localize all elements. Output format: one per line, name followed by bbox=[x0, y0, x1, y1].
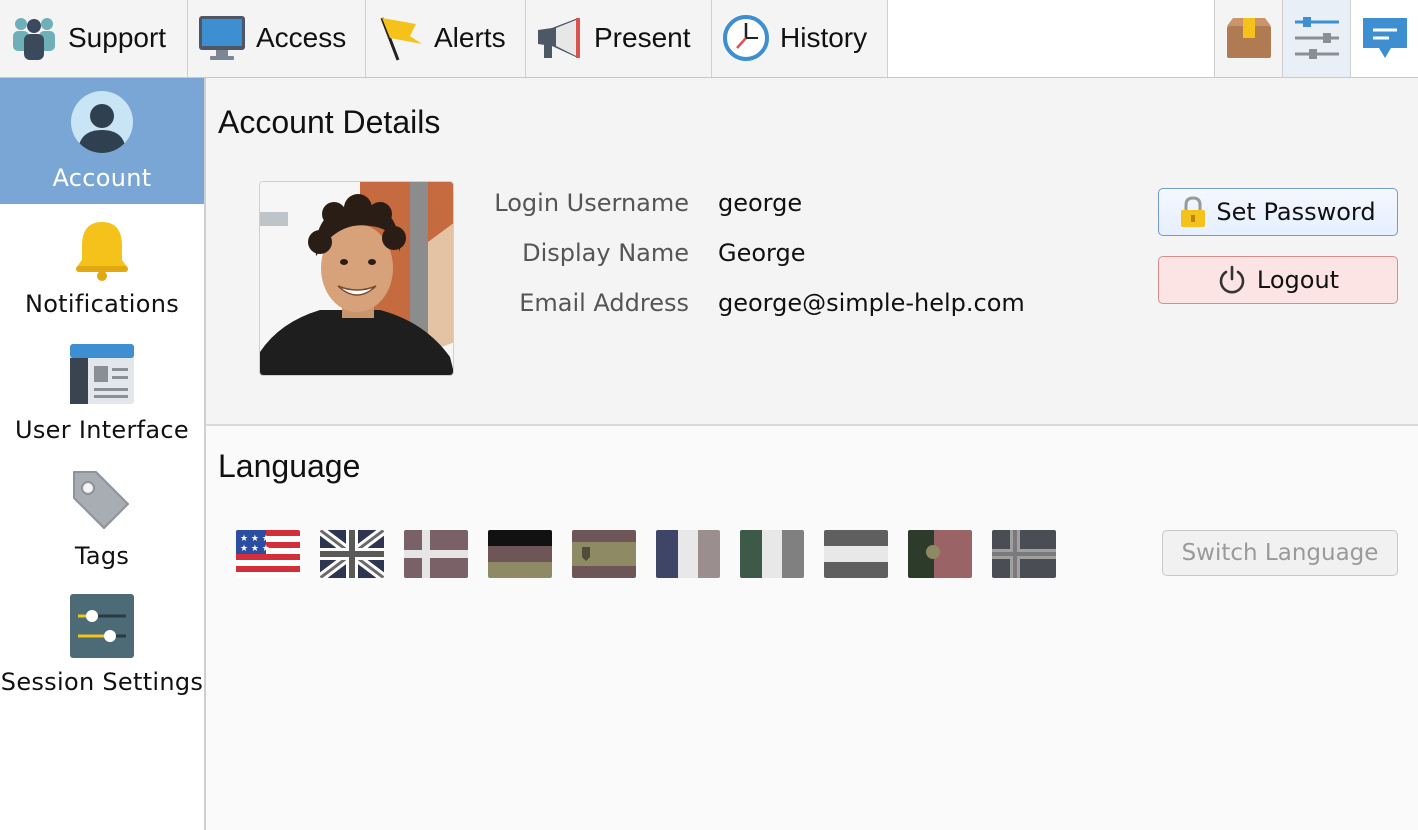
vertical-tricolor-flag[interactable] bbox=[656, 530, 720, 578]
account-details-section: Account Details Login Username george Di… bbox=[206, 78, 1418, 426]
monitor-icon bbox=[199, 16, 245, 60]
sidebar-item-account-label: Account bbox=[52, 164, 152, 192]
crest-flag-icon bbox=[572, 530, 636, 578]
svg-text:★ ★ ★: ★ ★ ★ bbox=[240, 544, 270, 554]
crest-flag[interactable] bbox=[572, 530, 636, 578]
bell-icon bbox=[76, 222, 128, 281]
sidebar-item-tags-label: Tags bbox=[74, 542, 130, 570]
people-icon bbox=[13, 18, 55, 60]
circle-flag[interactable] bbox=[908, 530, 972, 578]
settings-sliders-icon bbox=[1295, 17, 1339, 59]
user-avatar-icon bbox=[71, 91, 133, 153]
sidebar-item-session-settings[interactable]: Session Settings bbox=[0, 582, 204, 708]
clock-icon bbox=[723, 15, 769, 61]
us-flag[interactable]: ★ ★ ★ ★ ★ ★ bbox=[236, 530, 300, 578]
display-name-label: Display Name bbox=[522, 239, 689, 267]
tab-history[interactable]: History bbox=[712, 0, 888, 77]
flag-icon bbox=[380, 17, 422, 61]
language-title: Language bbox=[218, 448, 361, 484]
display-name-value: George bbox=[718, 239, 806, 267]
tag-icon bbox=[73, 471, 129, 529]
email-address-label: Email Address bbox=[519, 289, 689, 317]
sliders-icon bbox=[70, 594, 134, 658]
tab-present[interactable]: Present bbox=[526, 0, 712, 77]
login-username-label: Login Username bbox=[494, 189, 689, 217]
chat-button[interactable] bbox=[1350, 0, 1418, 77]
green-tricolor-flag-icon bbox=[740, 530, 804, 578]
megaphone-icon bbox=[538, 18, 580, 58]
nordic-cross-flag-icon bbox=[992, 530, 1056, 578]
account-details-title: Account Details bbox=[218, 104, 441, 140]
us-flag-icon: ★ ★ ★ ★ ★ ★ bbox=[236, 530, 300, 578]
email-address-value: george@simple-help.com bbox=[718, 289, 1025, 317]
tab-alerts[interactable]: Alerts bbox=[366, 0, 526, 77]
tab-access-label: Access bbox=[256, 22, 347, 53]
switch-language-button[interactable]: Switch Language bbox=[1162, 530, 1398, 576]
login-username-value: george bbox=[718, 189, 803, 217]
language-section: Language bbox=[206, 426, 1418, 830]
package-icon bbox=[1227, 18, 1271, 58]
set-password-label: Set Password bbox=[1216, 198, 1376, 226]
tricolor-flag-icon bbox=[488, 530, 552, 578]
power-icon bbox=[1219, 265, 1245, 294]
sidebar-item-account[interactable]: Account bbox=[0, 78, 204, 204]
uk-flag[interactable] bbox=[320, 530, 384, 578]
logout-label: Logout bbox=[1256, 266, 1340, 294]
chat-icon bbox=[1363, 18, 1407, 58]
cross-flag-icon bbox=[404, 530, 468, 578]
circle-flag-icon bbox=[908, 530, 972, 578]
sidebar-item-tags[interactable]: Tags bbox=[0, 456, 204, 582]
sidebar-item-user-interface-label: User Interface bbox=[15, 416, 189, 444]
package-button[interactable] bbox=[1214, 0, 1282, 77]
set-password-button[interactable]: Set Password bbox=[1158, 188, 1398, 236]
vertical-tricolor-flag-icon bbox=[656, 530, 720, 578]
sidebar-item-session-settings-label: Session Settings bbox=[0, 668, 204, 696]
logout-button[interactable]: Logout bbox=[1158, 256, 1398, 304]
uk-flag-icon bbox=[320, 530, 384, 578]
lock-icon bbox=[1181, 196, 1206, 227]
horizontal-tricolor-flag[interactable] bbox=[824, 530, 888, 578]
tab-access[interactable]: Access bbox=[188, 0, 366, 77]
tab-history-label: History bbox=[780, 22, 868, 53]
nordic-cross-flag[interactable] bbox=[992, 530, 1056, 578]
cross-flag[interactable] bbox=[404, 530, 468, 578]
top-toolbar: Support Access Alerts Present History bbox=[0, 0, 1418, 78]
green-tricolor-flag[interactable] bbox=[740, 530, 804, 578]
tricolor-flag[interactable] bbox=[488, 530, 552, 578]
window-layout-icon bbox=[70, 344, 134, 404]
tab-alerts-label: Alerts bbox=[434, 22, 506, 53]
horizontal-tricolor-flag-icon bbox=[824, 530, 888, 578]
sidebar-item-notifications-label: Notifications bbox=[24, 290, 180, 318]
sidebar-item-notifications[interactable]: Notifications bbox=[0, 204, 204, 330]
tab-support[interactable]: Support bbox=[0, 0, 188, 77]
tab-support-label: Support bbox=[68, 22, 167, 53]
tab-present-label: Present bbox=[594, 22, 691, 53]
sidebar: Account Notifications User Interface Tag… bbox=[0, 78, 206, 830]
svg-text:★ ★ ★: ★ ★ ★ bbox=[240, 534, 270, 544]
sidebar-item-user-interface[interactable]: User Interface bbox=[0, 330, 204, 456]
main-panel: Account Details Login Username george Di… bbox=[206, 78, 1418, 830]
settings-button[interactable] bbox=[1282, 0, 1350, 77]
